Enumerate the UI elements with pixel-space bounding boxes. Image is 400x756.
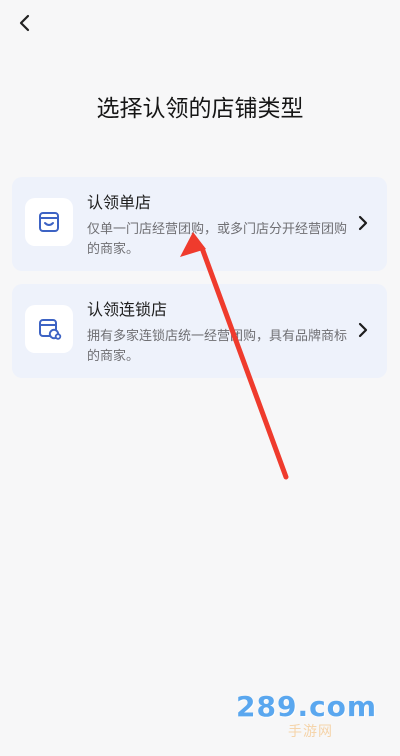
back-icon: [19, 14, 30, 32]
watermark-sub: 手游网: [288, 724, 333, 740]
chevron-right-icon: [355, 214, 371, 232]
option-description-chain-store: 拥有多家连锁店统一经营团购，具有品牌商标的商家。: [87, 329, 348, 364]
page-title: 选择认领的店铺类型: [96, 96, 304, 122]
chain-store-icon: [39, 319, 62, 340]
option-title-single-store: 认领单店: [87, 193, 152, 212]
option-title-chain-store: 认领连锁店: [87, 300, 168, 319]
watermark: 289.com 手游网: [232, 690, 382, 744]
claim-chain-store-option[interactable]: 认领连锁店 拥有多家连锁店统一经营团购，具有品牌商标的商家。: [12, 284, 387, 378]
store-icon: [39, 212, 59, 232]
back-button[interactable]: [8, 6, 42, 40]
chevron-right-icon: [355, 321, 371, 339]
chain-store-icon-container: [25, 305, 73, 353]
store-icon-container: [25, 198, 73, 246]
option-description-single-store: 仅单一门店经营团购，或多门店分开经营团购的商家。: [87, 222, 348, 257]
claim-single-store-option[interactable]: 认领单店 仅单一门店经营团购，或多门店分开经营团购的商家。: [12, 177, 387, 271]
watermark-main: 289.com: [236, 690, 378, 723]
